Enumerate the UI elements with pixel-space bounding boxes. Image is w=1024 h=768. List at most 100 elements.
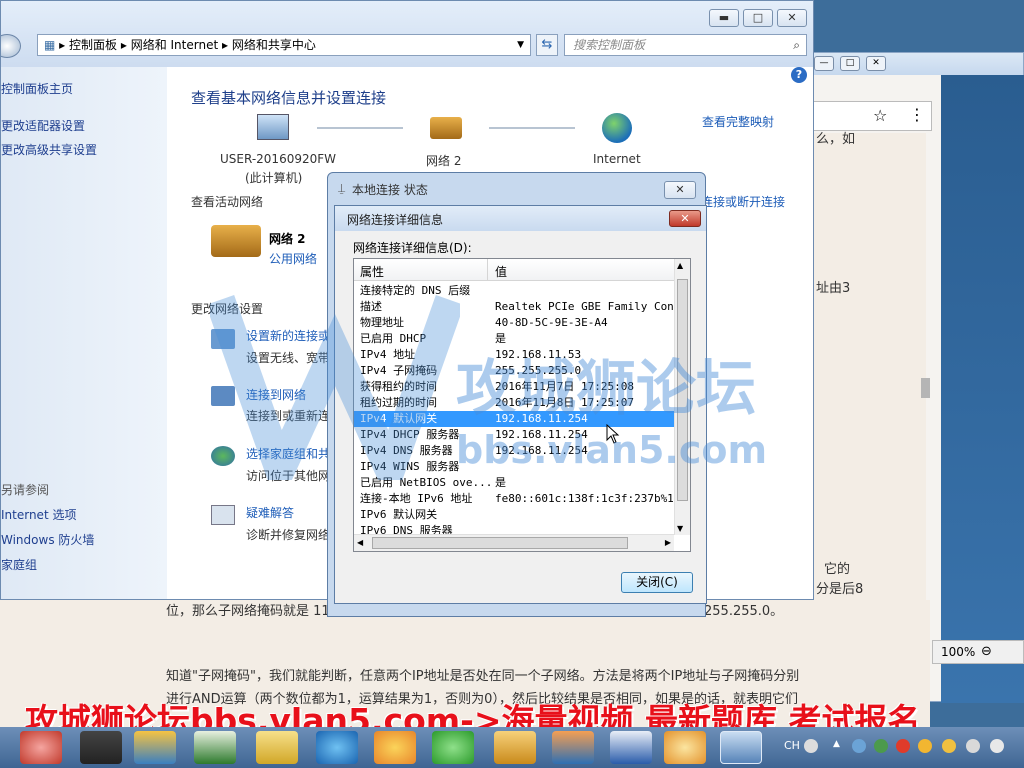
active-networks-label: 查看活动网络 (191, 195, 264, 209)
table-row[interactable]: 连接-本地 IPv6 地址 fe80::601c:138f:1c3f:237b%1… (354, 491, 680, 507)
computer-name: USER-20160920FW (220, 152, 337, 166)
scroll-up-icon[interactable]: ▲ (677, 261, 683, 270)
control-panel-icon: ▦ (44, 38, 56, 52)
article-fragment: 分是后8 (816, 582, 864, 597)
tray-icon[interactable] (874, 739, 888, 753)
palette-icon[interactable] (664, 731, 706, 764)
see-also-item[interactable]: Internet 选项 (1, 506, 76, 523)
article-fragment: 它的 (824, 562, 851, 577)
chevron-down-icon[interactable]: ▼ (517, 35, 524, 55)
breadcrumb-item[interactable]: 网络和共享中心 (232, 38, 316, 52)
zoom-icon[interactable]: ⊖ (981, 644, 992, 659)
column-header-property[interactable]: 属性 (360, 263, 384, 280)
table-row[interactable]: IPv6 默认网关 (354, 507, 674, 523)
close-icon[interactable]: ✕ (669, 210, 701, 227)
minimize-icon[interactable]: ▬ (709, 9, 739, 27)
bench-icon (430, 117, 462, 139)
folder-icon[interactable] (256, 731, 298, 764)
list-header: 属性 值 (354, 259, 674, 281)
start-icon[interactable] (20, 731, 62, 764)
row-value: 是 (495, 476, 506, 489)
dialog-title: 本地连接 状态 (352, 183, 428, 197)
zoom-level[interactable]: 100% (941, 645, 975, 659)
desktop-background (941, 75, 1024, 703)
scroll-right-icon[interactable]: ▶ (665, 538, 671, 547)
network-center-icon[interactable] (720, 731, 762, 764)
nav-adapter-settings[interactable]: 更改适配器设置 (1, 117, 85, 134)
breadcrumb-item[interactable]: 网络和 Internet (131, 38, 218, 52)
scroll-down-icon[interactable]: ▼ (677, 524, 683, 533)
article-fragment: 么，如 (816, 132, 856, 147)
paint-icon[interactable] (374, 731, 416, 764)
qq-icon[interactable] (918, 739, 932, 753)
menu-icon[interactable]: ⋮ (909, 105, 925, 124)
breadcrumb-item[interactable]: 控制面板 (69, 38, 117, 52)
refresh-icon[interactable]: ⇆ (536, 34, 558, 56)
close-button[interactable]: 关闭(C) (621, 572, 693, 593)
article-line: 位，那么子网络掩码就是 11 (166, 604, 330, 619)
view-full-map-link[interactable]: 查看完整映射 (702, 113, 774, 130)
network-tray-icon[interactable] (966, 739, 980, 753)
app-icon[interactable] (494, 731, 536, 764)
ie-icon[interactable] (316, 731, 358, 764)
address-bar[interactable]: ▦ ▸ 控制面板 ▸ 网络和 Internet ▸ 网络和共享中心 ▼ (37, 34, 531, 56)
dialog-title: 网络连接详细信息 (347, 213, 444, 227)
close-icon[interactable]: ✕ (866, 56, 886, 71)
list-label: 网络连接详细信息(D): (353, 241, 472, 255)
app-icon[interactable] (552, 731, 594, 764)
row-property: IPv6 默认网关 (360, 508, 438, 521)
see-also-item[interactable]: 家庭组 (1, 556, 37, 573)
row-property: 连接-本地 IPv6 地址 (360, 492, 473, 505)
maximize-icon[interactable]: □ (840, 56, 860, 71)
watermark-logo (210, 295, 460, 480)
active-network-type[interactable]: 公用网络 (269, 250, 317, 267)
scroll-left-icon[interactable]: ◀ (357, 538, 363, 547)
column-header-value[interactable]: 值 (495, 263, 507, 280)
search-placeholder: 搜索控制面板 (573, 38, 646, 52)
tray-icon[interactable] (942, 739, 956, 753)
bench-icon (211, 225, 261, 257)
active-network-name: 网络 2 (269, 232, 306, 246)
see-also-item[interactable]: Windows 防火墙 (1, 531, 94, 548)
map-network-name: 网络 2 (426, 154, 462, 168)
scrollbar-thumb[interactable] (372, 537, 628, 549)
language-indicator[interactable]: CH (784, 739, 800, 752)
star-icon[interactable]: ☆ (873, 106, 887, 125)
nav-home[interactable]: 控制面板主页 (1, 80, 73, 97)
task-title[interactable]: 疑难解答 (246, 504, 294, 521)
search-input[interactable]: 搜索控制面板 ⌕ (564, 34, 807, 56)
page-title: 查看基本网络信息并设置连接 (191, 89, 387, 107)
row-value: Realtek PCIe GBE Family Contro (495, 300, 691, 313)
nav-advanced-sharing[interactable]: 更改高级共享设置 (1, 141, 97, 158)
troubleshoot-icon (211, 505, 235, 525)
horizontal-scrollbar[interactable]: ◀ ▶ (354, 534, 674, 551)
tray-icon[interactable] (852, 739, 866, 753)
browser-icon[interactable] (432, 731, 474, 764)
browser-toolbar: ☆ ⋮ (810, 101, 932, 131)
close-icon[interactable]: ✕ (777, 9, 807, 27)
dialog-titlebar: 网络连接详细信息 ✕ (335, 206, 706, 231)
search-icon[interactable]: ⌕ (793, 35, 800, 55)
minimize-icon[interactable]: — (814, 56, 834, 71)
help-tray-icon[interactable] (804, 739, 818, 753)
map-connector (317, 127, 403, 129)
help-icon[interactable]: ? (791, 67, 807, 83)
column-divider[interactable] (487, 259, 488, 281)
camera-app-icon[interactable] (80, 731, 122, 764)
close-icon[interactable]: ✕ (664, 181, 696, 199)
browser-titlebar: — □ ✕ (806, 53, 1023, 75)
row-value: 40-8D-5C-9E-3E-A4 (495, 316, 608, 329)
scrollbar-thumb[interactable] (921, 378, 930, 398)
vmware-icon[interactable] (134, 731, 176, 764)
network-icon: ⍊ (338, 181, 346, 195)
tray-icon[interactable] (896, 739, 910, 753)
volume-tray-icon[interactable] (990, 739, 1004, 753)
chart-app-icon[interactable] (194, 731, 236, 764)
connect-disconnect-link[interactable]: 连接或断开连接 (701, 193, 785, 210)
back-icon[interactable] (1, 34, 21, 58)
maximize-icon[interactable]: □ (743, 9, 773, 27)
map-internet: Internet (593, 152, 641, 166)
word-icon[interactable] (610, 731, 652, 764)
control-panel-titlebar: ▬ □ ✕ ▦ ▸ 控制面板 ▸ 网络和 Internet ▸ 网络和共享中心 … (1, 1, 813, 67)
chevron-up-icon[interactable]: ▲ (833, 739, 840, 749)
